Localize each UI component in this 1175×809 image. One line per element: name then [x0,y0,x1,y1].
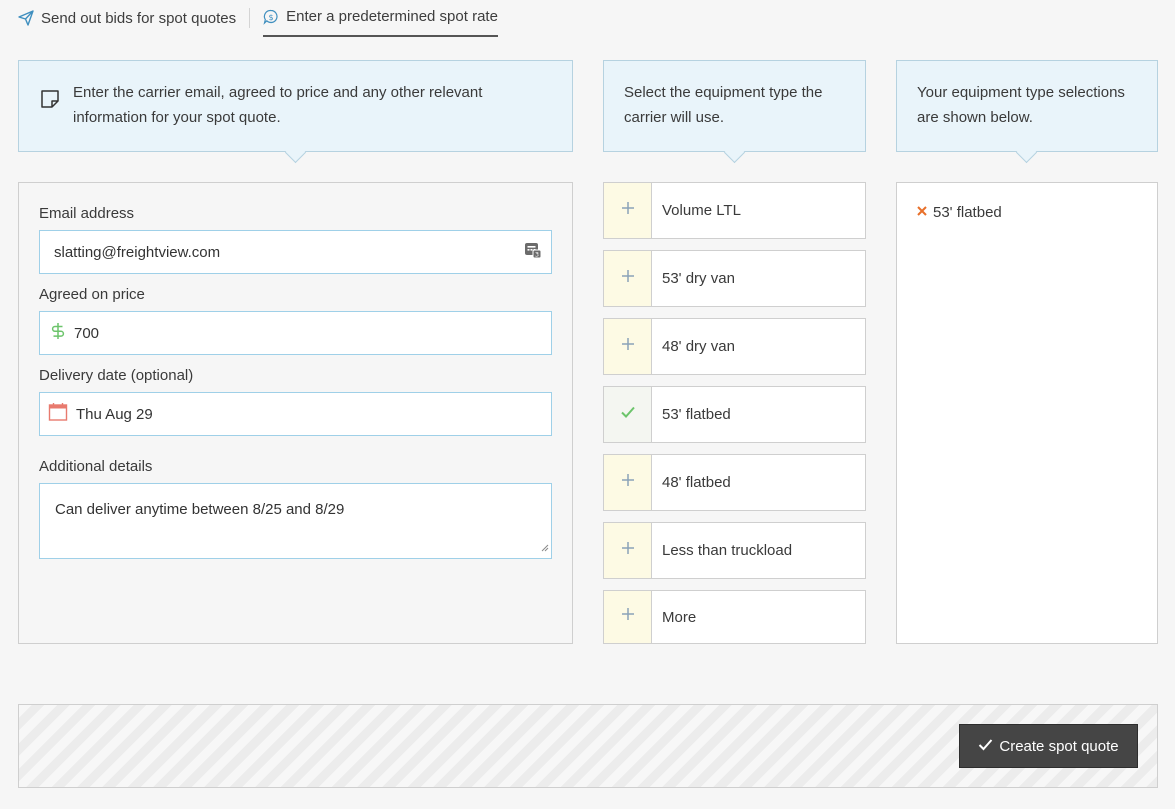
equipment-label: Volume LTL [662,202,741,219]
create-spot-quote-button[interactable]: Create spot quote [959,724,1138,768]
equipment-toggle[interactable] [604,183,652,238]
calendar-icon[interactable] [48,402,68,426]
plus-icon [621,473,635,492]
details-label: Additional details [39,458,153,475]
equipment-toggle[interactable] [604,455,652,510]
equipment-info-panel: Select the equipment type the carrier wi… [603,60,866,152]
equipment-option[interactable]: 48' flatbed [603,454,866,511]
tab-divider [249,8,251,28]
equipment-info-text: Select the equipment type the carrier wi… [624,84,823,126]
date-label: Delivery date (optional) [39,367,194,384]
form-info-panel: Enter the carrier email, agreed to price… [18,60,573,152]
action-footer: Create spot quote [18,704,1158,788]
equipment-option-more[interactable]: More [603,590,866,644]
equipment-toggle[interactable] [604,387,652,442]
tab-send-bids-label: Send out bids for spot quotes [41,9,237,27]
price-field[interactable]: 700 [39,311,552,355]
dollar-bubble-icon: $ [263,9,279,25]
price-label: Agreed on price [39,286,145,303]
equipment-toggle[interactable] [604,319,652,374]
sticky-note-icon [39,88,61,118]
equipment-label: 53' dry van [662,270,735,287]
equipment-option-selected[interactable]: 53' flatbed [603,386,866,443]
email-label: Email address [39,205,135,222]
plus-icon [621,269,635,288]
svg-text:$: $ [269,12,274,21]
additional-details-textarea[interactable]: Can deliver anytime between 8/25 and 8/2… [39,483,552,559]
email-value: slatting@freightview.com [54,243,221,261]
equipment-toggle[interactable] [604,251,652,306]
equipment-option[interactable]: 48' dry van [603,318,866,375]
selections-info-text: Your equipment type selections are shown… [917,84,1125,126]
equipment-label: 53' flatbed [662,406,731,423]
equipment-label: Less than truckload [662,542,793,559]
tab-predetermined-rate-label: Enter a predetermined spot rate [286,8,498,25]
contacts-icon[interactable]: 3 [524,241,542,263]
equipment-toggle[interactable] [604,523,652,578]
equipment-option[interactable]: Volume LTL [603,182,866,239]
selected-equipment-item: 53' flatbed [916,204,1002,221]
date-value: Thu Aug 29 [76,405,153,423]
tab-predetermined-rate[interactable]: $ Enter a predetermined spot rate [263,0,498,37]
selections-panel: 53' flatbed [896,182,1158,644]
plus-icon [621,608,635,626]
equipment-label: More [662,608,697,626]
equipment-toggle[interactable] [604,591,652,643]
form-info-text: Enter the carrier email, agreed to price… [73,84,483,126]
email-field[interactable]: slatting@freightview.com 3 [39,230,552,274]
checkmark-icon [620,406,636,424]
equipment-option[interactable]: 53' dry van [603,250,866,307]
equipment-label: 48' dry van [662,338,735,355]
equipment-label: 48' flatbed [662,474,731,491]
tab-send-bids[interactable]: Send out bids for spot quotes [18,0,236,38]
equipment-option[interactable]: Less than truckload [603,522,866,579]
resize-handle-icon[interactable] [541,539,549,556]
paper-plane-icon [18,10,34,26]
delivery-date-field[interactable]: Thu Aug 29 [39,392,552,436]
selected-equipment-label: 53' flatbed [933,204,1002,221]
plus-icon [621,541,635,560]
svg-text:3: 3 [535,251,539,259]
price-value: 700 [74,324,100,342]
checkmark-icon [978,738,993,755]
remove-x-icon[interactable] [916,204,928,221]
dollar-icon [51,322,65,344]
spot-quote-form: Email address slatting@freightview.com 3… [18,182,573,644]
plus-icon [621,337,635,356]
details-value: Can deliver anytime between 8/25 and 8/2… [55,501,345,518]
plus-icon [621,201,635,220]
mode-tabs: Send out bids for spot quotes $ Enter a … [18,0,498,38]
create-spot-quote-label: Create spot quote [999,737,1119,755]
selections-info-panel: Your equipment type selections are shown… [896,60,1158,152]
